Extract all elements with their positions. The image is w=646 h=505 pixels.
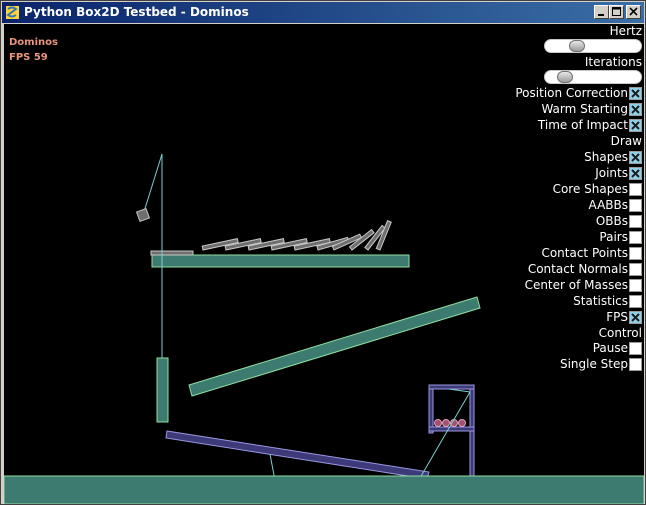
option-obbs[interactable]: OBBs <box>596 214 642 228</box>
option-label: Center of Masses <box>524 278 628 292</box>
option-label: Single Step <box>559 357 628 371</box>
checkbox[interactable] <box>629 86 642 100</box>
checkbox[interactable] <box>629 118 642 132</box>
option-single-step[interactable]: Single Step <box>560 357 642 371</box>
window-title: Python Box2D Testbed - Dominos <box>24 5 249 19</box>
close-button[interactable] <box>626 5 641 19</box>
checkmark-icon <box>631 168 640 178</box>
iterations-slider[interactable] <box>544 70 642 84</box>
option-label: Pairs <box>599 230 628 244</box>
option-pause[interactable]: Pause <box>593 341 642 355</box>
option-contact-points[interactable]: Contact Points <box>541 246 642 260</box>
vertical-plank <box>156 357 169 423</box>
test-name-label: Dominos <box>9 37 58 48</box>
checkmark-icon <box>631 152 640 162</box>
option-label: Position Correction <box>515 86 628 100</box>
option-label: Warm Starting <box>541 102 628 116</box>
checkbox[interactable] <box>629 310 642 324</box>
app-window: Python Box2D Testbed - Dominos Dominos F… <box>0 0 646 505</box>
option-statistics[interactable]: Statistics <box>573 294 642 308</box>
checkmark-icon <box>631 312 640 322</box>
pendulum-rope <box>142 153 163 216</box>
inclined-ramp <box>188 296 481 397</box>
slider-thumb[interactable] <box>569 40 585 52</box>
seesaw-plank <box>165 430 430 480</box>
title-bar[interactable]: Python Box2D Testbed - Dominos <box>2 2 644 23</box>
domino-row <box>150 220 392 256</box>
option-label: Time of Impact <box>537 118 628 132</box>
ground <box>4 475 644 504</box>
simulation-canvas[interactable]: Dominos FPS 59 Hertz Iterations Position… <box>4 24 644 504</box>
python-snake-icon <box>6 6 19 19</box>
minimize-button[interactable] <box>594 5 609 19</box>
checkbox[interactable] <box>629 214 642 228</box>
hertz-label: Hertz <box>609 24 642 38</box>
checkmark-icon <box>631 88 640 98</box>
draw-header: Draw <box>610 134 642 148</box>
checkbox[interactable] <box>629 150 642 164</box>
maximize-button[interactable] <box>609 5 624 19</box>
option-joints[interactable]: Joints <box>595 166 642 180</box>
option-aabbs[interactable]: AABBs <box>589 198 642 212</box>
option-label: Joints <box>595 166 628 180</box>
option-center-of-masses[interactable]: Center of Masses <box>525 278 642 292</box>
option-contact-normals[interactable]: Contact Normals <box>528 262 642 276</box>
option-label: Contact Points <box>541 246 628 260</box>
checkbox[interactable] <box>629 341 642 355</box>
checkmark-icon <box>631 104 640 114</box>
option-label: AABBs <box>588 198 628 212</box>
maximize-icon <box>612 7 621 16</box>
upper-shelf <box>151 254 410 268</box>
checkbox[interactable] <box>629 230 642 244</box>
option-fps[interactable]: FPS <box>606 310 642 324</box>
checkbox[interactable] <box>629 278 642 292</box>
checkbox[interactable] <box>629 166 642 180</box>
checkbox[interactable] <box>629 246 642 260</box>
option-pairs[interactable]: Pairs <box>599 230 642 244</box>
minimize-icon <box>598 14 604 16</box>
option-time-of-impact[interactable]: Time of Impact <box>538 118 642 132</box>
option-shapes[interactable]: Shapes <box>584 150 642 164</box>
checkbox[interactable] <box>629 294 642 308</box>
option-core-shapes[interactable]: Core Shapes <box>553 182 642 196</box>
option-label: Statistics <box>573 294 628 308</box>
hertz-slider[interactable] <box>544 39 642 53</box>
control-header: Control <box>598 326 642 340</box>
fps-readout: FPS 59 <box>9 52 48 63</box>
option-label: FPS <box>606 310 628 324</box>
checkbox[interactable] <box>629 262 642 276</box>
pendulum-weight <box>135 207 151 223</box>
box-structure <box>428 384 475 478</box>
option-label: Contact Normals <box>527 262 628 276</box>
checkbox[interactable] <box>629 357 642 371</box>
checkmark-icon <box>631 120 640 130</box>
slider-thumb[interactable] <box>557 71 573 83</box>
close-icon <box>629 7 638 16</box>
option-position-correction[interactable]: Position Correction <box>515 86 642 100</box>
option-label: Shapes <box>584 150 628 164</box>
option-label: Core Shapes <box>552 182 628 196</box>
checkbox[interactable] <box>629 102 642 116</box>
checkbox[interactable] <box>629 198 642 212</box>
iterations-label: Iterations <box>584 55 642 69</box>
option-label: Pause <box>592 341 628 355</box>
option-label: OBBs <box>595 214 628 228</box>
option-warm-starting[interactable]: Warm Starting <box>541 102 642 116</box>
checkbox[interactable] <box>629 182 642 196</box>
